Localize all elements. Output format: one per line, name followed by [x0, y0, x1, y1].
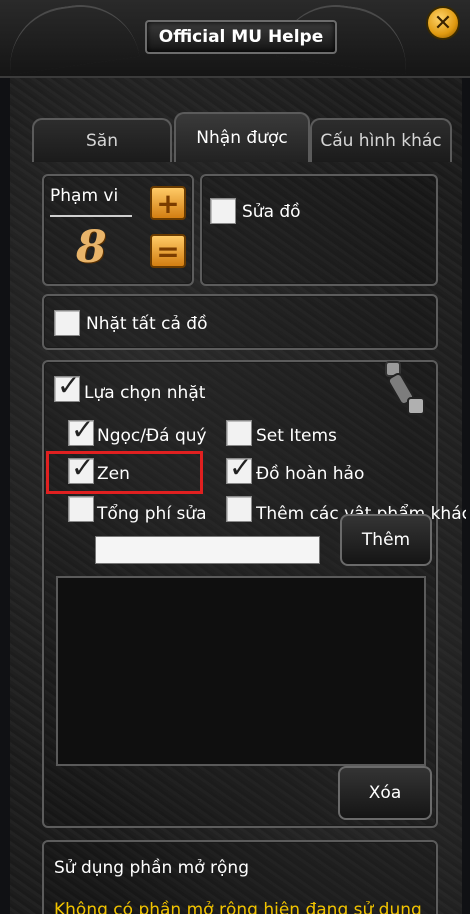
range-value: 8 [76, 222, 107, 273]
check-icon: ✓ [71, 413, 95, 446]
pickup-selection-label: Lựa chọn nhặt [84, 383, 206, 403]
range-increase-button[interactable]: + [150, 186, 186, 220]
set-items-checkbox[interactable] [226, 420, 252, 446]
extension-label: Sử dụng phần mở rộng [54, 858, 249, 878]
pickup-selection-checkbox[interactable]: ✓ [54, 371, 80, 402]
repair-cost-checkbox[interactable] [68, 496, 94, 522]
close-button[interactable]: ✕ [426, 6, 460, 40]
minus-icon: = [156, 234, 180, 268]
window-title: Official MU Helpe [145, 20, 337, 54]
wrench-icon [385, 361, 425, 415]
pickup-all-label: Nhặt tất cả đồ [86, 314, 208, 334]
pickup-all-checkbox[interactable] [54, 310, 80, 336]
extension-warning: Không có phần mở rộng hiện đang sử dụng [54, 900, 422, 914]
set-items-label: Set Items [256, 426, 337, 446]
excellent-items-label: Đồ hoàn hảo [256, 464, 365, 484]
tab-other-config[interactable]: Cấu hình khác [310, 118, 452, 162]
excellent-items-checkbox[interactable]: ✓ [226, 453, 252, 484]
range-decrease-button[interactable]: = [150, 234, 186, 268]
jewel-label: Ngọc/Đá quý [97, 426, 207, 446]
repair-checkbox[interactable] [210, 198, 236, 224]
zen-highlight-box [46, 451, 203, 494]
tab-pickup[interactable]: Nhận được [174, 112, 310, 162]
range-underline [50, 215, 132, 217]
close-icon: ✕ [433, 10, 453, 36]
tab-hunt[interactable]: Săn [32, 118, 172, 162]
item-name-input[interactable] [95, 536, 320, 564]
check-icon: ✓ [229, 451, 253, 484]
repair-cost-label: Tổng phí sửa [97, 504, 207, 524]
plus-icon: + [156, 186, 180, 220]
add-other-items-checkbox[interactable] [226, 496, 252, 522]
range-label: Phạm vi [50, 186, 119, 206]
repair-label: Sửa đồ [242, 202, 301, 222]
item-list[interactable] [56, 576, 426, 766]
add-button[interactable]: Thêm [340, 514, 432, 566]
delete-button[interactable]: Xóa [338, 766, 432, 820]
header-ornament-left [2, 0, 140, 75]
jewel-checkbox[interactable]: ✓ [68, 415, 94, 446]
check-icon: ✓ [57, 369, 81, 402]
repair-panel [200, 174, 438, 286]
window-header: Official MU Helpe ✕ [0, 0, 470, 78]
